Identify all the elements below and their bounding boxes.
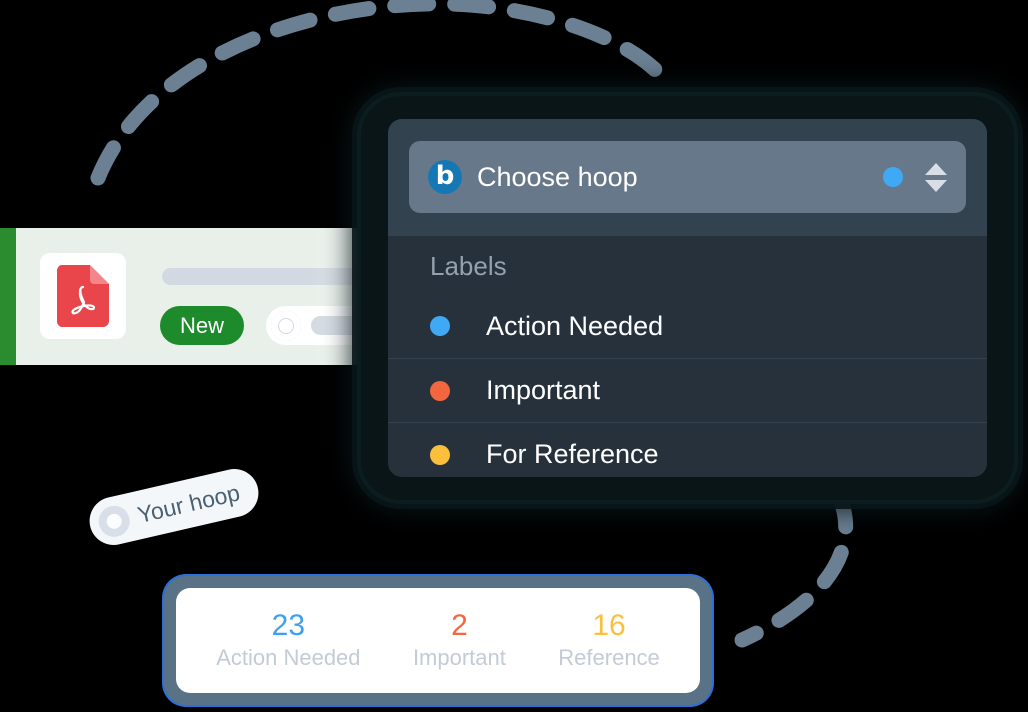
dropdown-header: b Choose hoop xyxy=(388,119,987,236)
dropdown-item-label: For Reference xyxy=(486,439,659,469)
stat-reference[interactable]: 16 Reference xyxy=(558,610,660,672)
dropdown-item-action-needed[interactable]: Action Needed xyxy=(388,294,987,358)
labels-section-title: Labels xyxy=(430,251,507,281)
choose-hoop-value: Choose hoop xyxy=(477,161,638,192)
dropdown-panel: b Choose hoop Labels Action Needed Impor… xyxy=(388,119,987,477)
stat-value: 2 xyxy=(451,608,468,642)
dropdown-item-label: Important xyxy=(486,375,601,405)
new-badge: New xyxy=(160,306,245,345)
stepper-up-arrow-icon[interactable] xyxy=(925,162,947,175)
stat-label: Important xyxy=(412,645,506,671)
stat-label: Reference xyxy=(558,645,660,671)
choose-hoop-select[interactable]: b Choose hoop xyxy=(409,141,966,213)
stat-value: 23 xyxy=(271,608,306,642)
pdf-file-icon xyxy=(57,265,109,327)
up-down-stepper-icon[interactable] xyxy=(925,162,947,192)
stats-card-frame: 23 Action Needed 2 Important 16 Referenc… xyxy=(164,576,712,705)
stats-card: 23 Action Needed 2 Important 16 Referenc… xyxy=(176,588,700,693)
your-hoop-label: Your hoop xyxy=(134,478,243,528)
toggle-knob[interactable] xyxy=(271,310,301,341)
label-color-dot xyxy=(430,316,450,336)
stepper-down-arrow-icon[interactable] xyxy=(925,179,947,192)
stat-action-needed[interactable]: 23 Action Needed xyxy=(216,610,360,672)
selected-color-dot xyxy=(883,167,903,187)
stat-value: 16 xyxy=(592,608,626,642)
stat-important[interactable]: 2 Important xyxy=(413,610,506,672)
brand-b-icon: b xyxy=(428,160,462,194)
label-color-dot xyxy=(430,380,450,401)
dropdown-item-label: Action Needed xyxy=(486,310,664,341)
dropdown-list: Labels Action Needed Important For Refer… xyxy=(388,236,987,477)
document-card-accent-bar xyxy=(0,228,16,365)
label-color-dot xyxy=(430,444,450,465)
dropdown-item-important[interactable]: Important xyxy=(388,358,987,422)
stat-label: Action Needed xyxy=(216,645,361,671)
document-thumbnail xyxy=(40,253,126,339)
dashed-arc-bottom xyxy=(734,486,854,648)
radio-dot-icon xyxy=(95,502,133,540)
your-hoop-pill[interactable]: Your hoop xyxy=(84,464,264,550)
illustration-canvas: New Your hoop b Choose hoop Labels Actio… xyxy=(0,0,1028,712)
dropdown-item-for-reference[interactable]: For Reference xyxy=(388,422,987,477)
hoop-selector-panel: b Choose hoop Labels Action Needed Impor… xyxy=(361,96,1014,500)
